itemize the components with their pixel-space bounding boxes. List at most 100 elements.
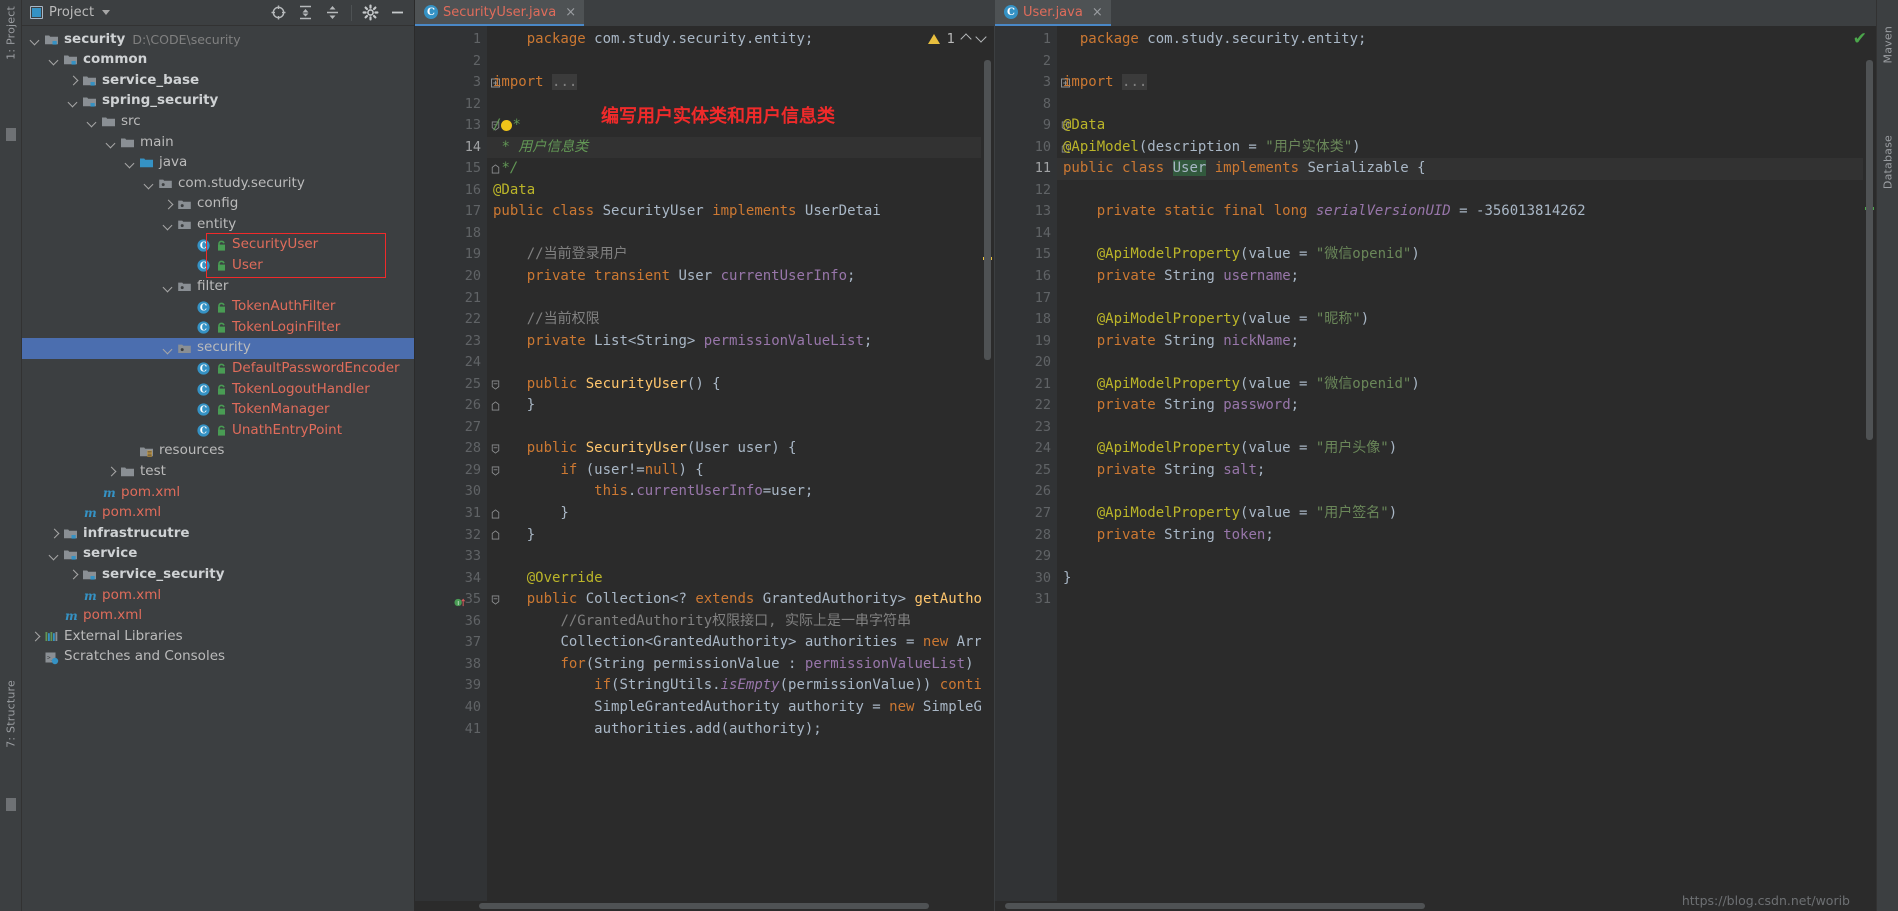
tab-user-java[interactable]: C User.java × (995, 0, 1111, 26)
tree-item-src[interactable]: src (22, 111, 414, 132)
code-line[interactable]: public class SecurityUser implements Use… (487, 201, 994, 223)
close-icon[interactable]: × (1092, 5, 1103, 20)
tree-item-securityuser[interactable]: C SecurityUser (22, 235, 414, 256)
code-text-left[interactable]: package com.study.security.entity; import… (487, 26, 994, 901)
code-line[interactable]: @ApiModelProperty(value = "昵称") (1057, 309, 1876, 331)
tree-item-pom-xml[interactable]: m pom.xml (22, 482, 414, 503)
tree-item-service[interactable]: service (22, 544, 414, 565)
rail-label-structure[interactable]: 7: Structure (4, 680, 17, 748)
tree-item-scratches-and-consoles[interactable]: >_ Scratches and Consoles (22, 647, 414, 668)
chevron-down-icon[interactable] (68, 96, 79, 107)
code-line[interactable]: @ApiModelProperty(value = "微信openid") (1057, 374, 1876, 396)
code-line[interactable]: } (487, 395, 994, 417)
next-problem-icon[interactable] (975, 31, 987, 43)
code-line[interactable] (1057, 223, 1876, 245)
code-line[interactable] (487, 288, 994, 310)
chevron-down-icon[interactable] (49, 549, 60, 560)
intention-bulb-icon[interactable] (501, 120, 513, 132)
code-line[interactable]: public SecurityUser() { (487, 374, 994, 396)
code-line[interactable] (1057, 546, 1876, 568)
error-stripe-right[interactable] (1863, 52, 1876, 901)
chevron-right-icon[interactable] (30, 631, 41, 642)
inspection-widget-left[interactable]: 1 (927, 26, 994, 52)
code-line[interactable] (1057, 51, 1876, 73)
code-line[interactable]: //当前登录用户 (487, 244, 994, 266)
rail-label-database[interactable]: Database (1881, 135, 1894, 189)
code-line[interactable] (1057, 352, 1876, 374)
code-line[interactable]: import ... (487, 72, 994, 94)
project-tree[interactable]: security D:\CODE\security common service_ba… (22, 26, 414, 911)
code-line[interactable]: public class User implements Serializabl… (1057, 158, 1876, 180)
expand-all-icon[interactable] (297, 4, 314, 21)
code-line[interactable]: } (487, 525, 994, 547)
vertical-scrollbar-thumb-left[interactable] (984, 60, 991, 360)
tree-item-infrastrucutre[interactable]: infrastrucutre (22, 523, 414, 544)
code-line[interactable]: SimpleGrantedAuthority authority = new S… (487, 697, 994, 719)
chevron-right-icon[interactable] (163, 199, 174, 210)
code-line[interactable]: private String username; (1057, 266, 1876, 288)
code-line[interactable]: @Data (1057, 115, 1876, 137)
code-line[interactable]: public Collection<? extends GrantedAutho… (487, 589, 994, 611)
implements-marker-icon[interactable]: I (454, 594, 466, 607)
gear-icon[interactable] (362, 4, 379, 21)
code-text-right[interactable]: package com.study.security.entity; import… (1057, 26, 1876, 901)
chevron-down-icon[interactable] (144, 178, 155, 189)
tree-item-external-libraries[interactable]: External Libraries (22, 626, 414, 647)
code-line[interactable] (1057, 288, 1876, 310)
tree-item-spring-security[interactable]: spring_security (22, 91, 414, 112)
tree-item-pom-xml[interactable]: m pom.xml (22, 606, 414, 627)
tab-securityuser-java[interactable]: C SecurityUser.java × (415, 0, 585, 26)
chevron-right-icon[interactable] (68, 569, 79, 580)
rail-label-project[interactable]: 1: Project (4, 6, 17, 60)
code-line[interactable]: authorities.add(authority); (487, 719, 994, 741)
tree-item-resources[interactable]: resources (22, 441, 414, 462)
tree-item-entity[interactable]: entity (22, 214, 414, 235)
code-line[interactable]: //GrantedAuthority权限接口, 实际上是一串字符串 (487, 611, 994, 633)
code-line[interactable]: @ApiModel(description = "用户实体类") (1057, 137, 1876, 159)
code-line[interactable]: private static final long serialVersionU… (1057, 201, 1876, 223)
line-number-gutter-left[interactable]: 1 2 3 12 13 14 15 16 17 18 19 20 21 22 23 24 25 26 27 28 29 3… (415, 26, 500, 901)
code-line[interactable]: private List<String> permissionValueList… (487, 331, 994, 353)
project-panel-title-group[interactable]: Project (30, 5, 111, 20)
tree-item-tokenmanager[interactable]: C TokenManager (22, 400, 414, 421)
tree-item-user[interactable]: C User (22, 256, 414, 277)
chevron-down-icon[interactable] (102, 10, 111, 15)
chevron-right-icon[interactable] (68, 75, 79, 86)
code-line[interactable]: } (1057, 568, 1876, 590)
code-line[interactable]: if(StringUtils.isEmpty(permissionValue))… (487, 675, 994, 697)
tree-item-security[interactable]: security D:\CODE\security (22, 29, 414, 50)
tree-item-java[interactable]: java (22, 153, 414, 174)
tree-item-tokenlogouthandler[interactable]: C TokenLogoutHandler (22, 379, 414, 400)
tree-item-service-base[interactable]: service_base (22, 70, 414, 91)
code-line[interactable]: if (user!=null) { (487, 460, 994, 482)
hscroll-thumb-left[interactable] (479, 903, 929, 909)
horizontal-scrollbar-left[interactable] (415, 901, 994, 911)
code-line[interactable]: * 用户信息类 (487, 136, 994, 159)
chevron-down-icon[interactable] (163, 281, 174, 292)
code-line[interactable]: } (487, 503, 994, 525)
code-line[interactable]: @Override (487, 568, 994, 590)
chevron-down-icon[interactable] (163, 219, 174, 230)
vertical-scrollbar-thumb-right[interactable] (1866, 60, 1873, 440)
code-line[interactable]: //当前权限 (487, 309, 994, 331)
code-line[interactable] (1057, 589, 1876, 611)
code-line[interactable]: public SecurityUser(User user) { (487, 438, 994, 460)
code-view-right[interactable]: 1 2 3 8 9 10 11 12 13 14 15 16 17 18 19 20 21 22 23 24 25 26 2… (995, 26, 1876, 901)
tree-item-security[interactable]: security (22, 337, 414, 359)
code-line[interactable]: package com.study.security.entity; (487, 29, 994, 51)
code-line[interactable]: Collection<GrantedAuthority> authorities… (487, 632, 994, 654)
code-line[interactable]: @ApiModelProperty(value = "用户头像") (1057, 438, 1876, 460)
line-number-gutter-right[interactable]: 1 2 3 8 9 10 11 12 13 14 15 16 17 18 19 20 21 22 23 24 25 26 2… (995, 26, 1070, 901)
tree-item-common[interactable]: common (22, 50, 414, 71)
tree-item-tokenauthfilter[interactable]: C TokenAuthFilter (22, 297, 414, 318)
code-line[interactable] (1057, 180, 1876, 202)
tree-item-tokenloginfilter[interactable]: C TokenLoginFilter (22, 317, 414, 338)
tree-item-pom-xml[interactable]: m pom.xml (22, 585, 414, 606)
code-line[interactable]: this.currentUserInfo=user; (487, 481, 994, 503)
chevron-down-icon[interactable] (49, 54, 60, 65)
code-line[interactable]: @ApiModelProperty(value = "用户签名") (1057, 503, 1876, 525)
chevron-right-icon[interactable] (106, 466, 117, 477)
chevron-down-icon[interactable] (125, 157, 136, 168)
tree-item-main[interactable]: main (22, 132, 414, 153)
code-line[interactable]: for(String permissionValue : permissionV… (487, 654, 994, 676)
